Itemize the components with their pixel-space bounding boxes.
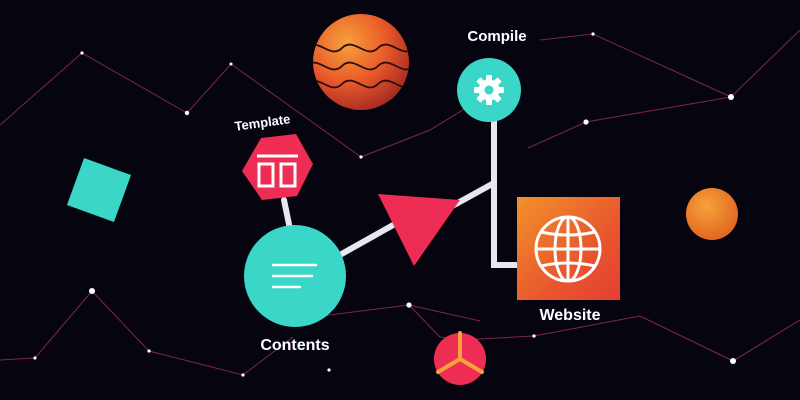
- website-node[interactable]: [517, 197, 620, 300]
- contents-node[interactable]: [244, 225, 346, 327]
- wave-orb: [313, 14, 409, 110]
- diagram-canvas: Template Compile Contents Website: [0, 0, 800, 400]
- gear-icon: [474, 75, 504, 105]
- teal-square-shape: [66, 157, 132, 223]
- small-orange-orb: [686, 188, 738, 240]
- template-label: Template: [234, 111, 292, 134]
- website-label: Website: [539, 307, 600, 324]
- contents-label: Contents: [260, 337, 329, 354]
- compile-node[interactable]: [457, 58, 521, 122]
- globe-icon: [534, 215, 602, 283]
- compile-label: Compile: [467, 28, 526, 45]
- red-segmented-orb: [434, 331, 486, 385]
- template-node[interactable]: [242, 134, 313, 200]
